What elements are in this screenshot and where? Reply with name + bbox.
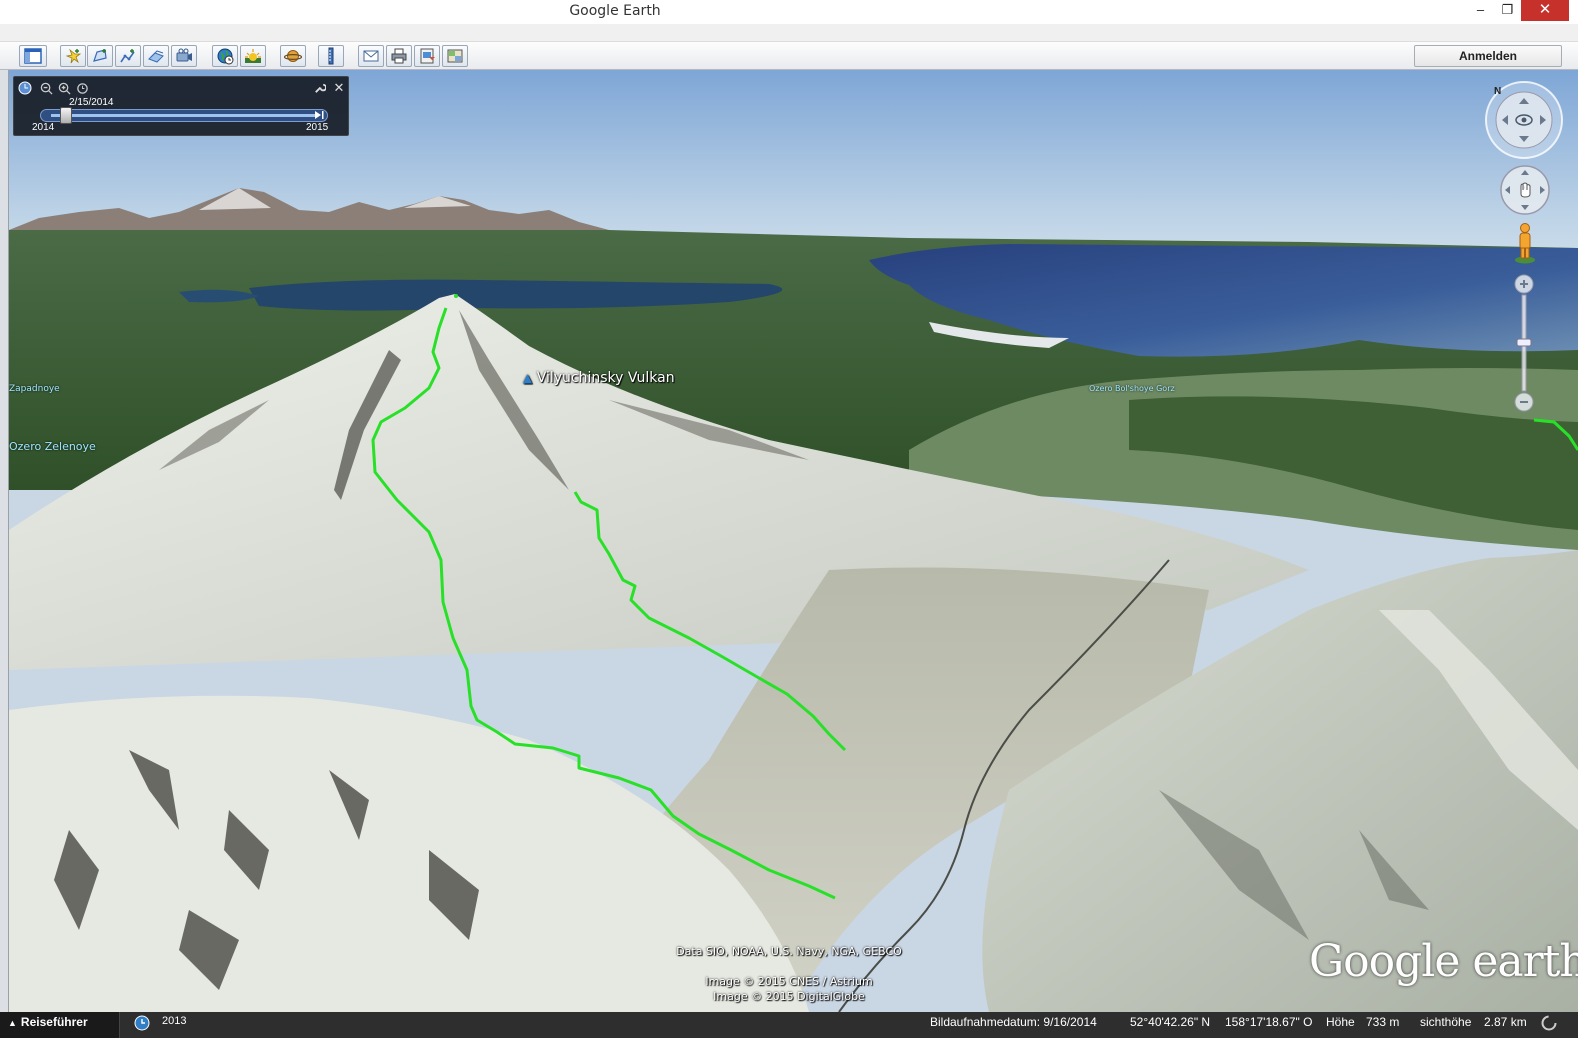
place-label-volcano[interactable]: ▲ Vilyuchinsky Vulkan xyxy=(523,370,675,386)
side-label-2[interactable]: Ozero Zelenoye xyxy=(9,440,96,453)
tour-guide-label: Reiseführer xyxy=(20,1015,88,1029)
time-slider-track[interactable] xyxy=(40,109,328,122)
sun-icon xyxy=(245,49,261,63)
longitude-readout: 158°17'18.67" O xyxy=(1225,1015,1313,1029)
email-button[interactable] xyxy=(358,45,384,67)
side-label-3[interactable]: Ozero Bol'shoye Gorz xyxy=(1089,384,1175,393)
latitude-readout: 52°40'42.26" N xyxy=(1130,1015,1211,1029)
elevation-label: Höhe xyxy=(1326,1015,1355,1029)
move-navigation-control[interactable] xyxy=(1499,164,1551,216)
tour-guide-toggle[interactable]: ▲ Reiseführer xyxy=(0,1012,120,1038)
add-polygon-button[interactable] xyxy=(87,45,113,67)
zoom-in-time-icon[interactable] xyxy=(57,81,71,95)
add-image-overlay-button[interactable] xyxy=(143,45,169,67)
attribution-image-2: Image © 2015 DigitalGlobe xyxy=(713,990,865,1003)
print-icon xyxy=(391,48,407,64)
earth-3d-view[interactable]: ▲ Vilyuchinsky Vulkan Zapadnoye Ozero Ze… xyxy=(9,70,1578,1012)
record-tour-button[interactable] xyxy=(171,45,197,67)
signin-button[interactable]: Anmelden xyxy=(1414,45,1562,67)
wrench-icon[interactable] xyxy=(312,81,326,95)
elevation-readout: 733 m xyxy=(1366,1015,1400,1029)
menu-bar xyxy=(0,24,1578,42)
sidebar-collapsed-strip[interactable] xyxy=(0,70,9,1012)
eye-altitude-readout: 2.87 km xyxy=(1484,1015,1527,1029)
add-path-button[interactable] xyxy=(115,45,141,67)
title-bar: Google Earth – ❐ ✕ xyxy=(0,0,1578,24)
planet-icon xyxy=(284,50,302,62)
overlay-icon xyxy=(148,50,164,63)
placemark-icon: ▲ xyxy=(523,371,533,385)
chevron-up-icon: ▲ xyxy=(8,1018,17,1028)
maximize-button[interactable]: ❐ xyxy=(1494,0,1521,21)
eye-altitude-label: sichthöhe xyxy=(1420,1015,1472,1029)
time-slider-date: 2/15/2014 xyxy=(69,97,114,108)
view-in-maps-button[interactable] xyxy=(442,45,468,67)
record-icon xyxy=(176,48,192,62)
time-slider-panel: ✕ 2/15/2014 2014 2015 xyxy=(13,76,349,136)
look-navigation-control[interactable]: N xyxy=(1484,80,1564,160)
imagery-date: Bildaufnahmedatum: 9/16/2014 xyxy=(930,1015,1097,1029)
ruler-icon xyxy=(328,47,334,65)
save-image-button[interactable] xyxy=(414,45,440,67)
minimize-button[interactable]: – xyxy=(1467,0,1494,21)
clock-globe-icon[interactable] xyxy=(134,1015,150,1031)
toolbar: Anmelden xyxy=(0,42,1578,70)
zoom-out-time-icon[interactable] xyxy=(39,81,53,95)
sidebar-toggle-button[interactable] xyxy=(19,45,47,67)
time-slider-thumb[interactable] xyxy=(60,107,73,124)
sidebar-icon xyxy=(24,48,42,64)
play-icon[interactable] xyxy=(314,110,324,120)
svg-text:N: N xyxy=(1494,86,1501,97)
terrain-scene xyxy=(9,70,1578,1012)
maps-icon xyxy=(447,49,463,63)
historical-imagery-button[interactable] xyxy=(212,45,238,67)
save-image-icon xyxy=(420,48,435,64)
switch-planet-button[interactable] xyxy=(280,45,306,67)
sunlight-button[interactable] xyxy=(240,45,266,67)
attribution-data: Data SIO, NOAA, U.S. Navy, NGA, GEBCO xyxy=(676,945,902,958)
attribution-image-1: Image © 2015 CNES / Astrium xyxy=(705,975,873,988)
print-button[interactable] xyxy=(386,45,412,67)
mail-icon xyxy=(363,50,379,62)
clock-globe-icon xyxy=(217,48,234,65)
google-earth-logo: Google earth xyxy=(1309,936,1578,987)
close-button[interactable]: ✕ xyxy=(1521,0,1569,21)
placemark-icon xyxy=(65,48,82,64)
streaming-progress-icon xyxy=(1541,1015,1557,1031)
close-icon[interactable]: ✕ xyxy=(332,80,346,95)
side-label-1[interactable]: Zapadnoye xyxy=(9,384,60,394)
zoom-slider-control[interactable] xyxy=(1512,273,1536,415)
status-bar: ▲ Reiseführer 2013 Bildaufnahmedatum: 9/1… xyxy=(0,1012,1578,1038)
add-placemark-button[interactable] xyxy=(60,45,86,67)
polygon-icon xyxy=(93,49,107,62)
window-title: Google Earth xyxy=(569,3,661,19)
street-view-pegman-icon[interactable] xyxy=(1513,222,1537,264)
time-slider-end: 2015 xyxy=(306,122,329,133)
reset-time-icon[interactable] xyxy=(75,81,89,95)
historical-imagery-year[interactable]: 2013 xyxy=(162,1015,186,1027)
clock-icon[interactable] xyxy=(18,81,32,95)
path-icon xyxy=(120,49,135,63)
time-slider-start: 2014 xyxy=(32,122,55,133)
ruler-button[interactable] xyxy=(318,45,344,67)
